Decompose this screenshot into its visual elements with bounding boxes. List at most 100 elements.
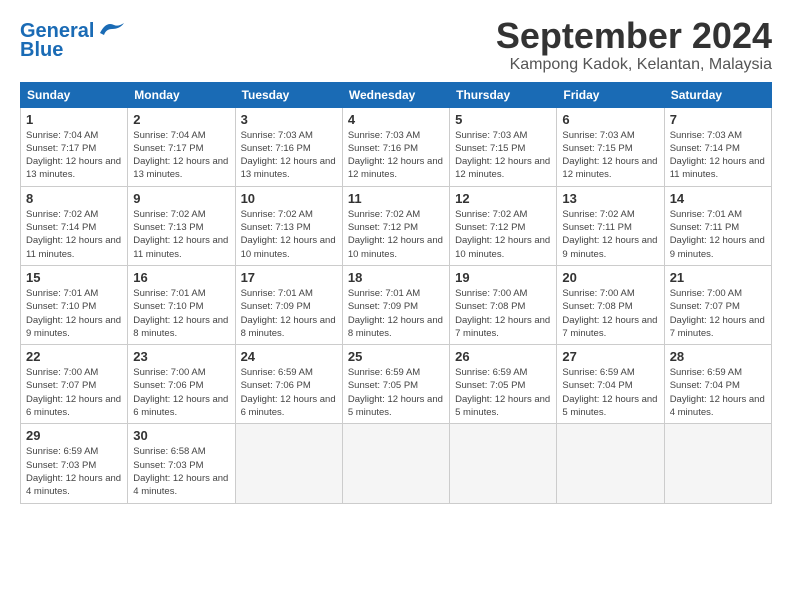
daylight-text: Daylight: 12 hours and 4 minutes. [670, 394, 765, 418]
calendar-page: General Blue September 2024 Kampong Kado… [0, 0, 792, 612]
table-row: 26 Sunrise: 6:59 AM Sunset: 7:05 PM Dayl… [450, 345, 557, 424]
daylight-text: Daylight: 12 hours and 8 minutes. [133, 315, 228, 339]
day-number: 4 [348, 112, 444, 127]
header-wednesday: Wednesday [342, 82, 449, 107]
table-row: 8 Sunrise: 7:02 AM Sunset: 7:14 PM Dayli… [21, 186, 128, 265]
daylight-text: Daylight: 12 hours and 11 minutes. [26, 235, 121, 259]
table-row: 15 Sunrise: 7:01 AM Sunset: 7:10 PM Dayl… [21, 265, 128, 344]
day-info: Sunrise: 7:00 AM Sunset: 7:07 PM Dayligh… [670, 287, 766, 340]
day-number: 26 [455, 349, 551, 364]
sunset-text: Sunset: 7:09 PM [348, 301, 418, 312]
sunrise-text: Sunrise: 7:03 AM [670, 130, 742, 141]
day-number: 25 [348, 349, 444, 364]
table-row: 7 Sunrise: 7:03 AM Sunset: 7:14 PM Dayli… [664, 107, 771, 186]
day-info: Sunrise: 7:03 AM Sunset: 7:16 PM Dayligh… [348, 129, 444, 182]
day-number: 9 [133, 191, 229, 206]
day-number: 24 [241, 349, 337, 364]
sunrise-text: Sunrise: 7:02 AM [133, 209, 205, 220]
day-number: 20 [562, 270, 658, 285]
table-row: 20 Sunrise: 7:00 AM Sunset: 7:08 PM Dayl… [557, 265, 664, 344]
table-row: 13 Sunrise: 7:02 AM Sunset: 7:11 PM Dayl… [557, 186, 664, 265]
day-info: Sunrise: 7:03 AM Sunset: 7:16 PM Dayligh… [241, 129, 337, 182]
daylight-text: Daylight: 12 hours and 8 minutes. [241, 315, 336, 339]
day-info: Sunrise: 7:02 AM Sunset: 7:12 PM Dayligh… [348, 208, 444, 261]
daylight-text: Daylight: 12 hours and 5 minutes. [455, 394, 550, 418]
daylight-text: Daylight: 12 hours and 4 minutes. [26, 473, 121, 497]
table-row: 11 Sunrise: 7:02 AM Sunset: 7:12 PM Dayl… [342, 186, 449, 265]
sunset-text: Sunset: 7:13 PM [133, 222, 203, 233]
sunrise-text: Sunrise: 7:01 AM [670, 209, 742, 220]
table-row: 10 Sunrise: 7:02 AM Sunset: 7:13 PM Dayl… [235, 186, 342, 265]
header-saturday: Saturday [664, 82, 771, 107]
sunrise-text: Sunrise: 7:03 AM [348, 130, 420, 141]
day-info: Sunrise: 7:01 AM Sunset: 7:09 PM Dayligh… [348, 287, 444, 340]
calendar-table: Sunday Monday Tuesday Wednesday Thursday… [20, 82, 772, 504]
calendar-week-row: 22 Sunrise: 7:00 AM Sunset: 7:07 PM Dayl… [21, 345, 772, 424]
day-number: 29 [26, 428, 122, 443]
sunset-text: Sunset: 7:08 PM [562, 301, 632, 312]
day-number: 22 [26, 349, 122, 364]
table-row [342, 424, 449, 503]
sunrise-text: Sunrise: 6:59 AM [670, 367, 742, 378]
sunrise-text: Sunrise: 6:59 AM [562, 367, 634, 378]
day-number: 7 [670, 112, 766, 127]
daylight-text: Daylight: 12 hours and 7 minutes. [455, 315, 550, 339]
day-number: 19 [455, 270, 551, 285]
sunrise-text: Sunrise: 6:59 AM [26, 446, 98, 457]
day-info: Sunrise: 7:04 AM Sunset: 7:17 PM Dayligh… [133, 129, 229, 182]
day-number: 27 [562, 349, 658, 364]
sunset-text: Sunset: 7:04 PM [670, 380, 740, 391]
daylight-text: Daylight: 12 hours and 7 minutes. [670, 315, 765, 339]
table-row: 18 Sunrise: 7:01 AM Sunset: 7:09 PM Dayl… [342, 265, 449, 344]
table-row: 29 Sunrise: 6:59 AM Sunset: 7:03 PM Dayl… [21, 424, 128, 503]
day-number: 2 [133, 112, 229, 127]
sunrise-text: Sunrise: 6:59 AM [348, 367, 420, 378]
sunset-text: Sunset: 7:05 PM [348, 380, 418, 391]
day-info: Sunrise: 7:00 AM Sunset: 7:08 PM Dayligh… [455, 287, 551, 340]
day-info: Sunrise: 7:03 AM Sunset: 7:14 PM Dayligh… [670, 129, 766, 182]
daylight-text: Daylight: 12 hours and 13 minutes. [26, 156, 121, 180]
daylight-text: Daylight: 12 hours and 11 minutes. [133, 235, 228, 259]
calendar-header-row: Sunday Monday Tuesday Wednesday Thursday… [21, 82, 772, 107]
day-info: Sunrise: 6:59 AM Sunset: 7:04 PM Dayligh… [562, 366, 658, 419]
day-info: Sunrise: 7:00 AM Sunset: 7:06 PM Dayligh… [133, 366, 229, 419]
sunset-text: Sunset: 7:03 PM [26, 460, 96, 471]
calendar-week-row: 15 Sunrise: 7:01 AM Sunset: 7:10 PM Dayl… [21, 265, 772, 344]
sunset-text: Sunset: 7:12 PM [455, 222, 525, 233]
sunrise-text: Sunrise: 7:00 AM [133, 367, 205, 378]
daylight-text: Daylight: 12 hours and 9 minutes. [670, 235, 765, 259]
sunset-text: Sunset: 7:05 PM [455, 380, 525, 391]
table-row: 24 Sunrise: 6:59 AM Sunset: 7:06 PM Dayl… [235, 345, 342, 424]
day-info: Sunrise: 7:02 AM Sunset: 7:13 PM Dayligh… [241, 208, 337, 261]
table-row: 25 Sunrise: 6:59 AM Sunset: 7:05 PM Dayl… [342, 345, 449, 424]
sunset-text: Sunset: 7:14 PM [670, 143, 740, 154]
day-info: Sunrise: 7:02 AM Sunset: 7:14 PM Dayligh… [26, 208, 122, 261]
daylight-text: Daylight: 12 hours and 6 minutes. [241, 394, 336, 418]
day-number: 28 [670, 349, 766, 364]
sunrise-text: Sunrise: 6:59 AM [241, 367, 313, 378]
sunrise-text: Sunrise: 7:03 AM [455, 130, 527, 141]
daylight-text: Daylight: 12 hours and 9 minutes. [26, 315, 121, 339]
table-row: 14 Sunrise: 7:01 AM Sunset: 7:11 PM Dayl… [664, 186, 771, 265]
daylight-text: Daylight: 12 hours and 13 minutes. [133, 156, 228, 180]
day-number: 16 [133, 270, 229, 285]
sunset-text: Sunset: 7:14 PM [26, 222, 96, 233]
sunset-text: Sunset: 7:15 PM [562, 143, 632, 154]
day-number: 17 [241, 270, 337, 285]
daylight-text: Daylight: 12 hours and 10 minutes. [455, 235, 550, 259]
sunrise-text: Sunrise: 7:01 AM [133, 288, 205, 299]
sunrise-text: Sunrise: 7:04 AM [133, 130, 205, 141]
day-number: 21 [670, 270, 766, 285]
header-thursday: Thursday [450, 82, 557, 107]
sunset-text: Sunset: 7:06 PM [133, 380, 203, 391]
day-number: 8 [26, 191, 122, 206]
day-info: Sunrise: 7:03 AM Sunset: 7:15 PM Dayligh… [455, 129, 551, 182]
day-info: Sunrise: 7:04 AM Sunset: 7:17 PM Dayligh… [26, 129, 122, 182]
table-row: 30 Sunrise: 6:58 AM Sunset: 7:03 PM Dayl… [128, 424, 235, 503]
daylight-text: Daylight: 12 hours and 8 minutes. [348, 315, 443, 339]
daylight-text: Daylight: 12 hours and 13 minutes. [241, 156, 336, 180]
sunrise-text: Sunrise: 7:00 AM [26, 367, 98, 378]
sunrise-text: Sunrise: 6:58 AM [133, 446, 205, 457]
logo-blue-text: Blue [20, 39, 63, 62]
sunrise-text: Sunrise: 7:02 AM [562, 209, 634, 220]
